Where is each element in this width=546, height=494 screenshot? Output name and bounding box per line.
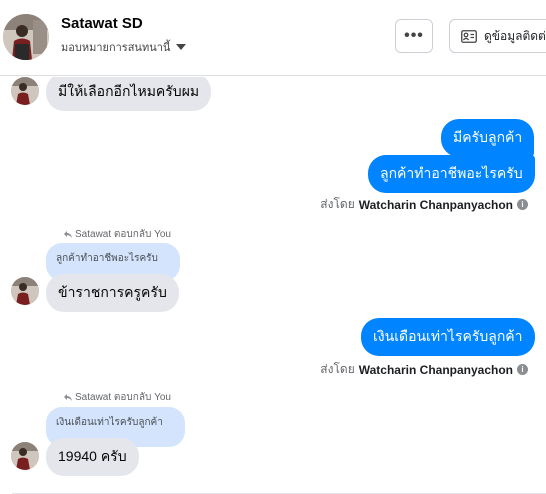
contact-info-label: ดูข้อมูลติดต่อ xyxy=(484,28,546,43)
outgoing-message[interactable]: เงินเดือนเท่าไรครับลูกค้า xyxy=(361,318,535,356)
info-icon[interactable]: i xyxy=(517,364,528,375)
agent-name: Watcharin Chanpanyachon xyxy=(358,197,513,212)
more-options-button[interactable]: ••• xyxy=(395,19,433,53)
reply-indicator: Satawat ตอบกลับ You xyxy=(64,227,171,242)
reply-indicator: Satawat ตอบกลับ You xyxy=(64,390,171,405)
reply-indicator-text: Satawat ตอบกลับ You xyxy=(75,392,171,403)
outgoing-message[interactable]: ลูกค้าทำอาชีพอะไรครับ xyxy=(368,155,535,193)
reply-arrow-icon xyxy=(64,231,72,238)
conversation-header: Satawat SD มอบหมายการสนทนานี้ ••• ดูข้อม… xyxy=(0,0,546,76)
outgoing-message[interactable]: มีครับลูกค้า xyxy=(441,119,535,157)
more-options-label: ••• xyxy=(404,27,424,44)
assign-conversation-dropdown[interactable]: มอบหมายการสนทนานี้ xyxy=(61,38,187,56)
avatar-photo-icon xyxy=(11,442,39,470)
sent-by-label: ส่งโดย Watcharin Chanpanyachon i xyxy=(320,360,528,379)
sent-by-prefix: ส่งโดย xyxy=(320,197,355,211)
avatar[interactable] xyxy=(11,77,39,105)
message-thread: มีให้เลือกอีกไหมครับผม มีครับลูกค้า ลูกค… xyxy=(0,77,546,494)
avatar-photo-icon xyxy=(11,277,39,305)
reply-arrow-icon xyxy=(64,394,72,401)
sent-by-label: ส่งโดย Watcharin Chanpanyachon i xyxy=(320,195,528,214)
agent-name: Watcharin Chanpanyachon xyxy=(358,362,513,377)
caret-down-icon xyxy=(176,44,187,50)
incoming-message[interactable]: ข้าราชการครูครับ xyxy=(46,274,179,312)
avatar-photo-icon xyxy=(3,14,49,60)
contact-card-icon xyxy=(461,29,477,43)
incoming-message[interactable]: 19940 ครับ xyxy=(46,438,139,476)
contact-name[interactable]: Satawat SD xyxy=(61,15,143,32)
info-icon[interactable]: i xyxy=(517,199,528,210)
sent-by-prefix: ส่งโดย xyxy=(320,362,355,376)
avatar-photo-icon xyxy=(11,77,39,105)
reply-indicator-text: Satawat ตอบกลับ You xyxy=(75,229,171,240)
incoming-message[interactable]: มีให้เลือกอีกไหมครับผม xyxy=(46,77,212,111)
avatar[interactable] xyxy=(11,277,39,305)
assign-label: มอบหมายการสนทนานี้ xyxy=(61,42,171,54)
avatar[interactable] xyxy=(3,14,49,60)
view-contact-info-button[interactable]: ดูข้อมูลติดต่อ xyxy=(449,19,546,53)
avatar[interactable] xyxy=(11,442,39,470)
